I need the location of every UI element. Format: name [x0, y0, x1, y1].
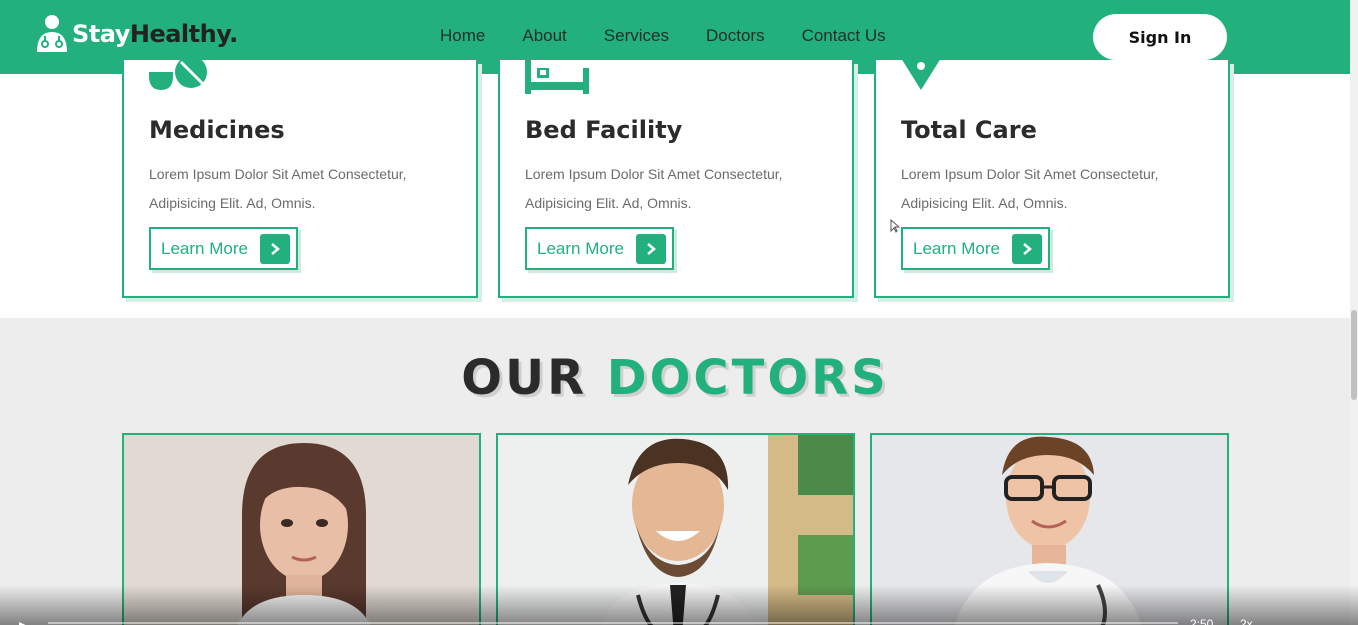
card-text: Lorem Ipsum Dolor Sit Amet Consectetur, …	[901, 166, 1159, 211]
doctors-heading: OUR DOCTORS	[461, 350, 889, 406]
video-time: 2:50	[1190, 617, 1214, 625]
nav-services[interactable]: Services	[604, 26, 669, 46]
chevron-right-icon	[1011, 233, 1042, 264]
play-icon[interactable]	[18, 617, 32, 625]
card-title: Total Care	[901, 116, 1037, 144]
learn-more-button[interactable]: Learn More	[149, 227, 298, 270]
card-title: Medicines	[149, 116, 285, 144]
nav-doctors[interactable]: Doctors	[706, 26, 765, 46]
playback-speed[interactable]: 2x	[1240, 617, 1253, 625]
service-card-total-care: Total Care Lorem Ipsum Dolor Sit Amet Co…	[874, 58, 1230, 298]
logo-text: StayHealthy.	[72, 20, 238, 48]
nav-home[interactable]: Home	[440, 26, 485, 46]
pills-icon	[149, 56, 209, 98]
learn-more-label: Learn More	[913, 238, 1000, 258]
learn-more-button[interactable]: Learn More	[525, 227, 674, 270]
map-marker-icon	[901, 58, 941, 96]
chevron-right-icon	[635, 233, 666, 264]
learn-more-button[interactable]: Learn More	[901, 227, 1050, 270]
learn-more-label: Learn More	[537, 238, 624, 258]
learn-more-label: Learn More	[161, 238, 248, 258]
card-text: Lorem Ipsum Dolor Sit Amet Consectetur, …	[525, 166, 783, 211]
scrollbar-thumb[interactable]	[1351, 310, 1357, 400]
service-card-bed-facility: Bed Facility Lorem Ipsum Dolor Sit Amet …	[498, 58, 854, 298]
sign-in-button[interactable]: Sign In	[1093, 14, 1227, 60]
chevron-right-icon	[259, 233, 290, 264]
card-title: Bed Facility	[525, 116, 683, 144]
nav-about[interactable]: About	[522, 26, 566, 46]
card-text: Lorem Ipsum Dolor Sit Amet Consectetur, …	[149, 166, 407, 211]
video-progress-track[interactable]	[48, 622, 1178, 624]
nav-contact[interactable]: Contact Us	[802, 26, 886, 46]
video-controls-bar	[0, 585, 1358, 625]
main-nav: Home About Services Doctors Contact Us	[440, 26, 923, 46]
service-card-medicines: Medicines Lorem Ipsum Dolor Sit Amet Con…	[122, 56, 478, 298]
doctor-logo-icon	[34, 14, 70, 54]
bed-icon	[525, 58, 591, 98]
mouse-cursor-icon	[890, 218, 901, 237]
logo[interactable]: StayHealthy.	[34, 14, 238, 54]
